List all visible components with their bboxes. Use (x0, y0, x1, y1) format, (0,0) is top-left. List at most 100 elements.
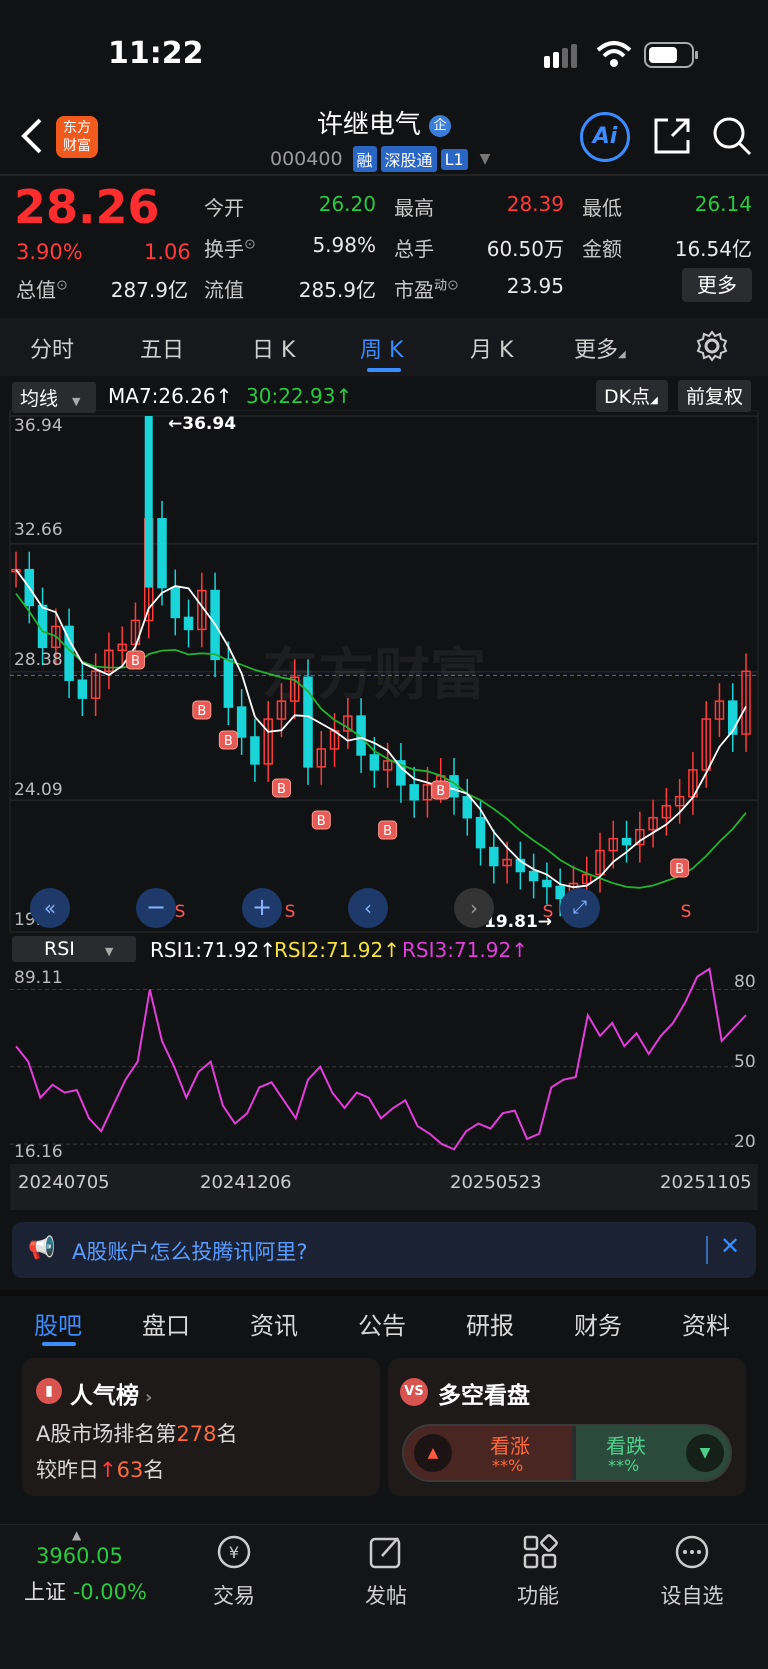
tab-orderbook[interactable]: 盘口 (142, 1306, 190, 1341)
info-icon[interactable]: ⊙ (244, 236, 256, 252)
total-value-label-text: 总值 (16, 278, 56, 302)
ma30-text: 30:22.93 (246, 384, 336, 408)
rsi-line (15, 967, 747, 1151)
period-tabs: 分时 五日 日 K 周 K 月 K 更多◢ (0, 318, 768, 376)
open-value: 26.20 (318, 192, 376, 216)
total-value: 287.9亿 (110, 278, 188, 302)
zoom-in-button[interactable]: + (242, 888, 282, 928)
tab-more[interactable]: 更多◢ (574, 332, 626, 364)
tab-monthly-k[interactable]: 月 K (470, 332, 513, 364)
stock-code-row[interactable]: 000400 融 深股通 L1 ▼ (270, 146, 490, 172)
buy-marker-label: B (436, 784, 445, 799)
post-icon[interactable] (368, 1534, 404, 1574)
search-icon[interactable] (712, 116, 752, 160)
rsi-level-20: 20 (734, 1132, 756, 1152)
ma-select[interactable]: 均线 ▼ (12, 382, 96, 413)
sentiment-card[interactable]: VS 多空看盘 ▲ 看涨 **% 看跌 **% ▼ (388, 1358, 746, 1496)
banner-divider (706, 1236, 708, 1264)
tab-announcements[interactable]: 公告 (358, 1306, 406, 1341)
low-value: 26.14 (694, 192, 752, 216)
candle (77, 679, 88, 699)
scroll-left-fast-button[interactable]: « (30, 888, 70, 928)
arrow-up-icon: ↑ (335, 384, 353, 408)
tab-daily-k[interactable]: 日 K (252, 332, 295, 364)
sell-marker: S (285, 902, 296, 922)
change-pct: 3.90% (16, 240, 83, 264)
sell-marker: S (175, 902, 186, 922)
candle (369, 754, 380, 771)
margin-tag: 融 (352, 146, 377, 172)
caret-up-icon: ▲ (72, 1528, 82, 1542)
current-price: 28.26 (14, 180, 160, 234)
scroll-right-button[interactable]: › (454, 888, 494, 928)
rsi-level-50: 50 (734, 1052, 756, 1072)
stock-name: 许继电气 (316, 110, 421, 140)
close-icon[interactable]: ✕ (720, 1232, 740, 1260)
chart-watermark: 东方财富 (262, 643, 486, 708)
popularity-card[interactable]: ▮ 人气榜 › A股市场排名第278名 较昨日↑63名 (22, 1358, 380, 1496)
more-button[interactable]: 更多 (682, 268, 752, 302)
chevron-down-icon: ▼ (479, 151, 491, 167)
arrow-up-icon: ↑ (99, 1458, 117, 1482)
functions-icon[interactable] (522, 1534, 558, 1574)
add-watchlist-icon[interactable] (674, 1534, 710, 1574)
tab-profile[interactable]: 资料 (682, 1306, 730, 1341)
sentiment-bar: ▲ 看涨 **% 看跌 **% ▼ (402, 1424, 732, 1482)
bear-pct: **% (608, 1456, 640, 1475)
ma30-readout: 30:22.93↑ (246, 384, 352, 408)
nav-post[interactable]: 发帖 (326, 1580, 446, 1610)
candle (223, 658, 234, 708)
buy-marker-label: B (131, 654, 140, 669)
tab-five-day[interactable]: 五日 (140, 332, 184, 364)
scroll-left-button[interactable]: ‹ (348, 888, 388, 928)
vs-icon: VS (400, 1378, 428, 1406)
popularity-title-text: 人气榜 (70, 1383, 139, 1409)
total-value-label: 总值⊙ (16, 274, 68, 303)
bull-button[interactable]: ▲ 看涨 **% (404, 1426, 572, 1480)
index-row[interactable]: 上证 -0.00% (24, 1576, 147, 1606)
high-value: 28.39 (506, 192, 564, 216)
tab-intraday[interactable]: 分时 (30, 332, 74, 364)
tab-research[interactable]: 研报 (466, 1306, 514, 1341)
zoom-out-button[interactable]: − (136, 888, 176, 928)
triangle-icon: ◢ (618, 349, 626, 360)
nav-add-watchlist[interactable]: 设自选 (632, 1580, 752, 1610)
chevron-right-icon: › (145, 1387, 153, 1408)
rsi2-readout: RSI2:71.92↑ (274, 938, 400, 962)
rank-post: 名 (216, 1422, 238, 1446)
change-pre: 较昨日 (36, 1458, 99, 1482)
buy-marker-label: B (277, 782, 286, 797)
tab-finance[interactable]: 财务 (574, 1306, 622, 1341)
info-icon[interactable]: ⊙ (447, 277, 459, 293)
info-icon[interactable]: ⊙ (56, 277, 68, 293)
megaphone-icon: 📢 (28, 1236, 56, 1261)
tab-forum[interactable]: 股吧 (34, 1306, 82, 1341)
share-icon[interactable] (652, 116, 692, 160)
fullscreen-button[interactable]: ⤢ (560, 888, 600, 928)
float-value: 285.9亿 (298, 278, 376, 302)
bear-arrow-icon: ▼ (686, 1434, 724, 1472)
ai-button[interactable]: Ai (580, 112, 630, 162)
svg-text:¥: ¥ (229, 1543, 239, 1562)
rsi-level-80: 80 (734, 972, 756, 992)
index-value[interactable]: 3960.05 (36, 1544, 123, 1568)
nav-functions[interactable]: 功能 (478, 1580, 598, 1610)
tab-weekly-k[interactable]: 周 K (360, 332, 403, 364)
candle (183, 616, 194, 631)
dk-button[interactable]: DK点◢ (596, 380, 668, 412)
rsi1-text: RSI1:71.92 (150, 938, 260, 962)
settings-gear-icon[interactable] (696, 330, 728, 366)
ad-banner[interactable]: 📢 A股账户怎么投腾讯阿里? ✕ (12, 1222, 756, 1278)
enterprise-badge: 企 (429, 114, 452, 137)
adjust-button[interactable]: 前复权 (678, 380, 752, 412)
nav-trade[interactable]: 交易 (174, 1580, 294, 1610)
rsi-chart[interactable] (0, 960, 768, 1160)
stock-code: 000400 (270, 148, 343, 170)
bear-button[interactable]: 看跌 **% ▼ (576, 1426, 730, 1480)
trade-icon[interactable]: ¥ (214, 1534, 254, 1574)
tab-news[interactable]: 资讯 (250, 1306, 298, 1341)
rsi-select[interactable]: RSI ▼ (12, 936, 136, 962)
dk-label: DK点 (604, 386, 651, 408)
popularity-rank: A股市场排名第278名 (36, 1418, 237, 1448)
change-num: 63 (116, 1458, 144, 1482)
